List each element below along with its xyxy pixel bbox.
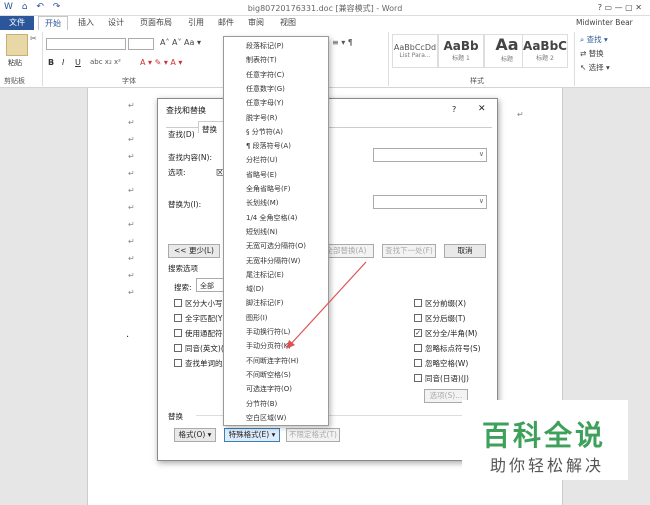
watermark-title: 百科全说 (482, 419, 607, 452)
watermark-subtitle: 助你轻松解决 (490, 456, 605, 475)
watermark: 百科全说 助你轻松解决 (462, 400, 628, 480)
